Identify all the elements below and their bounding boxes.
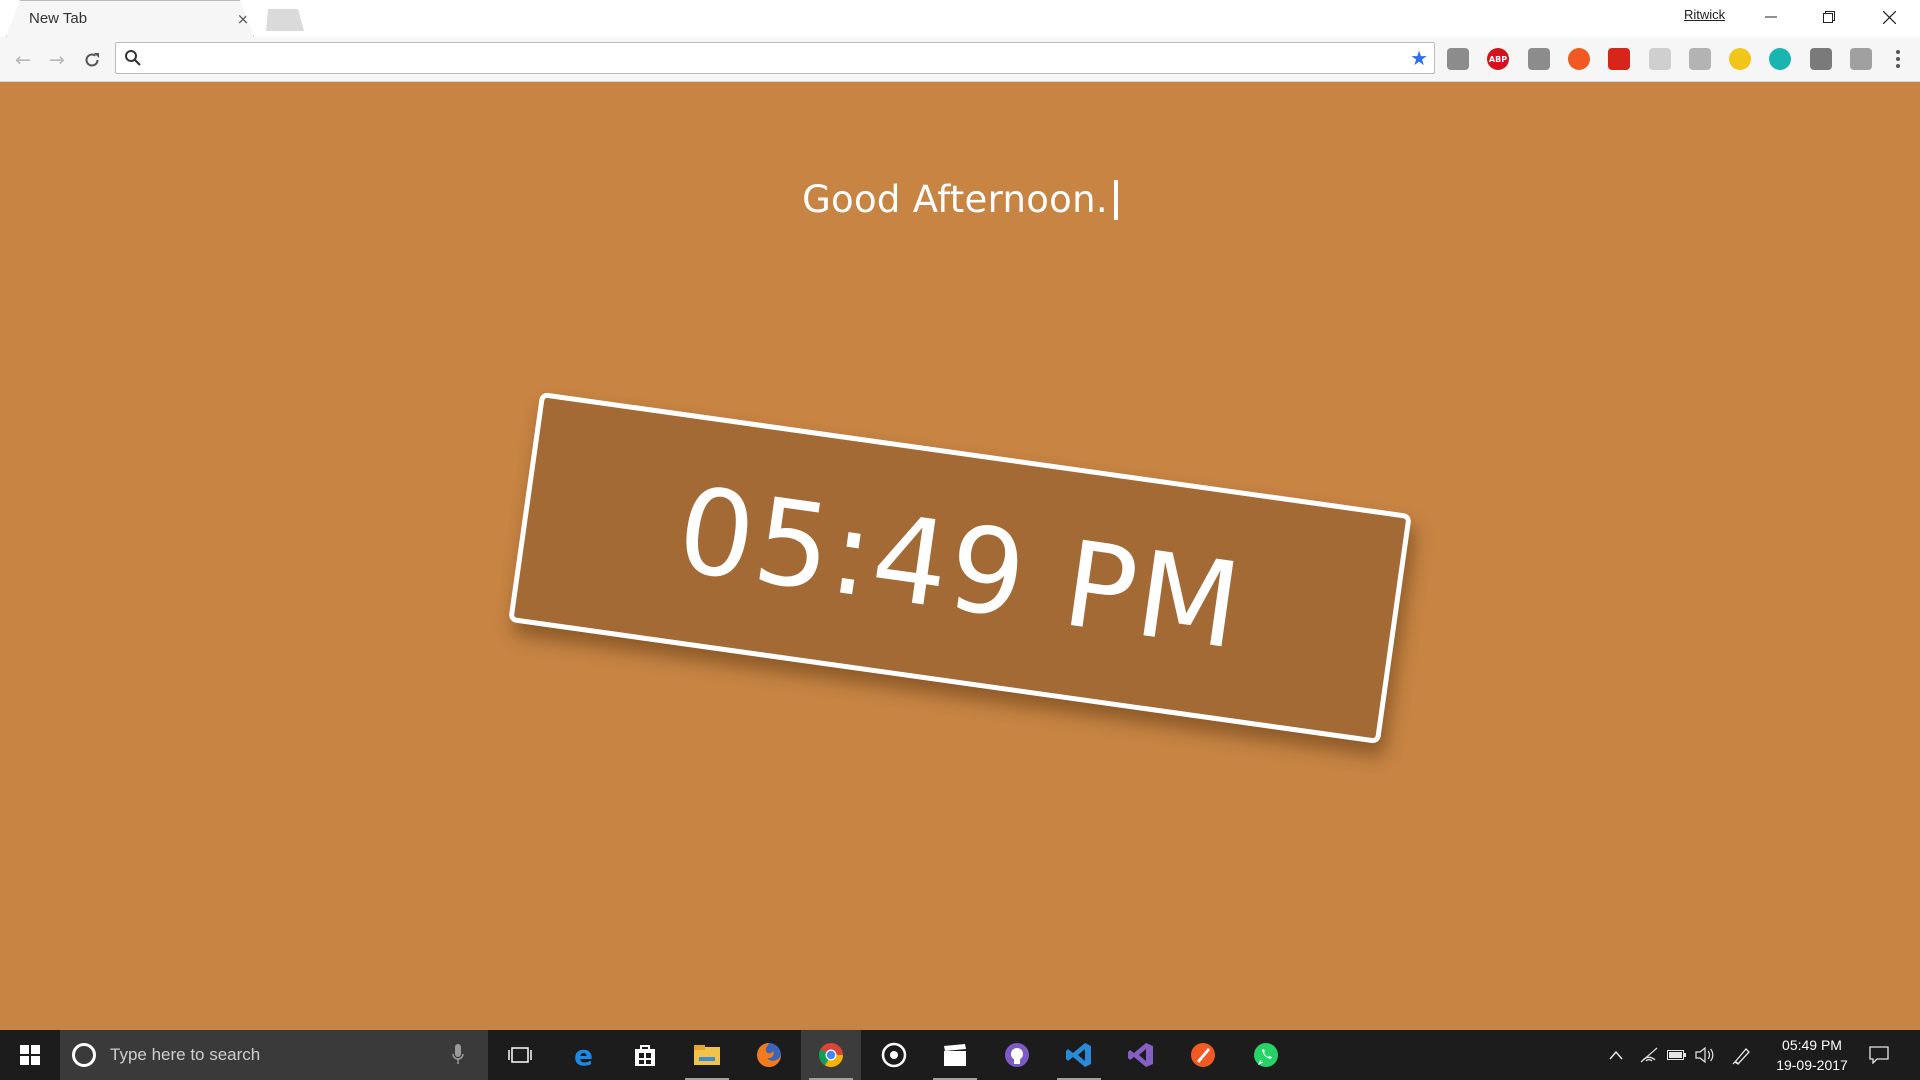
pencil-icon[interactable] <box>1850 48 1872 70</box>
tab-new-tab[interactable]: New Tab × <box>6 0 254 37</box>
network-icon[interactable] <box>1638 1044 1660 1066</box>
chevron-up-icon[interactable] <box>1605 1044 1627 1066</box>
back-icon[interactable]: ← <box>8 45 38 75</box>
minimize-icon[interactable] <box>1742 0 1800 34</box>
tab-title: New Tab <box>29 10 88 27</box>
task-view-icon[interactable] <box>490 1030 550 1080</box>
feather-icon[interactable] <box>1649 48 1671 70</box>
chrome-icon[interactable] <box>801 1030 861 1080</box>
pen-workspace-icon[interactable] <box>1731 1044 1753 1066</box>
new-tab-button[interactable] <box>266 9 304 31</box>
extension-label: ABP <box>1488 54 1508 64</box>
whatsapp-icon[interactable] <box>1236 1030 1296 1080</box>
search-placeholder: Type here to search <box>110 1045 261 1064</box>
browser-titlebar: New Tab × Ritwick <box>0 0 1920 37</box>
pdf-icon[interactable] <box>1608 48 1630 70</box>
taskbar-search-box[interactable]: Type here to search <box>60 1030 488 1080</box>
paint-icon[interactable] <box>1173 1030 1233 1080</box>
vscode-icon[interactable] <box>1049 1030 1109 1080</box>
profile-button[interactable]: Ritwick <box>1684 7 1725 22</box>
restore-icon[interactable] <box>1800 0 1858 34</box>
battery-icon[interactable] <box>1666 1044 1688 1066</box>
new-tab-page: Good Afternoon. 05:49 PM <box>0 82 1920 1030</box>
reload-icon[interactable] <box>77 45 107 75</box>
greeting-text: Good Afternoon. <box>802 178 1108 221</box>
visual-studio-icon[interactable] <box>1111 1030 1171 1080</box>
greeting-heading: Good Afternoon. <box>0 178 1920 221</box>
taskbar-clock[interactable]: 05:49 PM 19-09-2017 <box>1762 1035 1862 1075</box>
svg-text:e: e <box>574 1042 593 1068</box>
movies-tv-icon[interactable] <box>925 1030 985 1080</box>
windows-logo-icon <box>20 1045 40 1065</box>
browser-toolbar: ← → ★ ABP <box>0 37 1920 82</box>
bookmark-star-icon[interactable]: ★ <box>1410 47 1428 69</box>
search-icon <box>125 50 141 66</box>
ubuntu-icon[interactable] <box>1568 48 1590 70</box>
world-icon[interactable] <box>1447 48 1469 70</box>
volume-icon[interactable] <box>1694 1044 1716 1066</box>
windows-taskbar: Type here to search e 05:49 PM 19-09-201… <box>0 1030 1920 1080</box>
night-mode-icon[interactable] <box>1729 48 1751 70</box>
action-center-icon[interactable] <box>1868 1044 1890 1066</box>
m-circle-icon[interactable] <box>1769 48 1791 70</box>
github-icon[interactable] <box>987 1030 1047 1080</box>
start-button[interactable] <box>0 1030 60 1080</box>
forward-icon[interactable]: → <box>42 45 72 75</box>
adblock-plus-icon[interactable]: ABP <box>1487 48 1509 70</box>
gear-extension-icon[interactable] <box>1810 48 1832 70</box>
cortana-icon <box>72 1043 96 1067</box>
address-input[interactable] <box>150 47 1390 69</box>
groove-music-icon[interactable] <box>864 1030 924 1080</box>
tab-close-icon[interactable]: × <box>233 9 253 29</box>
taskbar-time: 05:49 PM <box>1782 1037 1842 1053</box>
firefox-icon[interactable] <box>739 1030 799 1080</box>
clock-card: 05:49 PM <box>508 391 1412 745</box>
taskbar-date: 19-09-2017 <box>1776 1057 1848 1073</box>
address-bar[interactable]: ★ <box>115 42 1435 74</box>
text-caret <box>1113 180 1118 220</box>
edge-icon[interactable]: e <box>554 1030 614 1080</box>
tab-manager-icon[interactable] <box>1528 48 1550 70</box>
chrome-menu-icon[interactable] <box>1888 46 1908 72</box>
snippet-icon[interactable] <box>1689 48 1711 70</box>
store-icon[interactable] <box>615 1030 675 1080</box>
microphone-icon[interactable] <box>452 1044 464 1066</box>
clock-time: 05:49 PM <box>669 460 1251 676</box>
close-window-icon[interactable] <box>1860 0 1918 34</box>
file-explorer-icon[interactable] <box>677 1030 737 1080</box>
